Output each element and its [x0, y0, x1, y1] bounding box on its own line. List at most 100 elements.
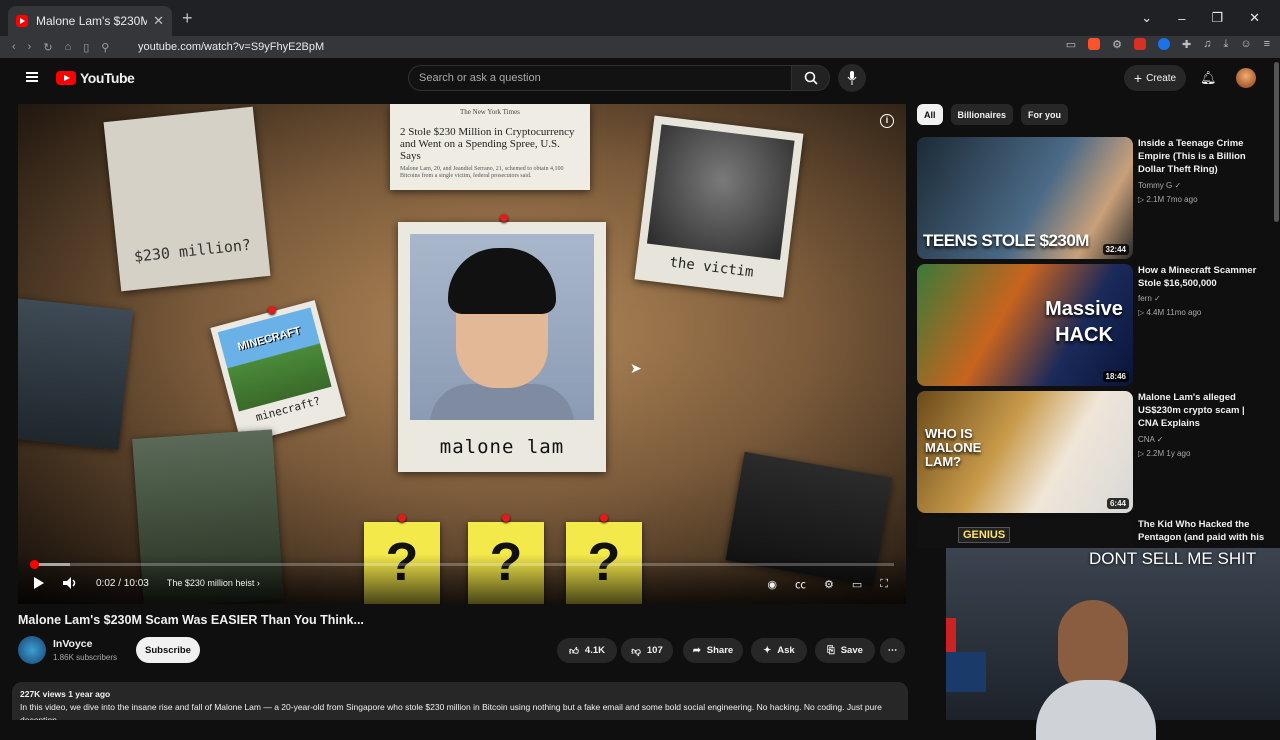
notifications-bell-icon[interactable]: 🔔︎ — [1200, 70, 1217, 86]
dislike-count: 107 — [646, 645, 663, 656]
rec-meta-2: ▷ 4.4M 11mo ago — [1138, 308, 1202, 317]
victim-photo: the victim — [634, 115, 804, 298]
puzzle-icon[interactable]: ✚ — [1182, 38, 1191, 51]
rec-channel-3[interactable]: CNA ✓ — [1138, 435, 1163, 444]
share-button[interactable]: ➦ Share — [683, 638, 743, 663]
progress-bar[interactable] — [29, 560, 894, 569]
thumbnail-2[interactable]: Massive HACK 18:46 — [917, 264, 1133, 386]
extension-icon[interactable]: ⚙ — [1112, 38, 1122, 51]
video-title: Malone Lam's $230M Scam Was EASIER Than … — [18, 613, 364, 627]
crumpled-note: $230 million? — [103, 106, 271, 292]
video-player[interactable]: The New York Times 2 Stole $230 Million … — [18, 104, 906, 604]
scrollbar[interactable] — [1274, 62, 1279, 222]
close-window-icon[interactable]: ✕ — [1249, 10, 1260, 26]
home-icon[interactable]: ⌂ — [65, 41, 72, 54]
theater-mode-icon[interactable]: ▭ — [852, 578, 862, 591]
info-icon[interactable]: i — [880, 114, 894, 128]
menu-icon[interactable]: ≡ — [1264, 38, 1270, 51]
extensions-bar: ▭ ⚙ ✚ ♫ ⤓ ☺ ≡ — [1066, 38, 1270, 51]
youtube-logo[interactable]: YouTube — [56, 70, 135, 86]
new-tab-icon[interactable]: + — [182, 8, 193, 29]
maximize-icon[interactable]: ❐ — [1211, 10, 1223, 26]
dislike-button[interactable]: 👎︎ 107 — [621, 638, 673, 663]
tab-title: Malone Lam's $230M Scam Was — [36, 14, 148, 28]
rec-channel-2[interactable]: fern ✓ — [1138, 294, 1161, 303]
thumbnail-3-text: WHO IS MALONE LAM? — [925, 426, 982, 469]
search-input[interactable]: Search or ask a question — [408, 65, 792, 91]
channel-name[interactable]: InVoyce — [53, 638, 93, 650]
recommended-video-2[interactable]: Massive HACK 18:46 How a Minecraft Scamm… — [917, 264, 1277, 386]
rec-meta-1: ▷ 2.1M 7mo ago — [1138, 195, 1198, 204]
more-actions-button[interactable]: ⋯ — [880, 638, 905, 663]
captions-icon[interactable]: ㏄ — [795, 576, 806, 592]
tab-search-icon[interactable]: ⌄ — [1141, 10, 1152, 26]
thumbs-down-icon: 👎︎ — [631, 645, 641, 657]
settings-gear-icon[interactable]: ⚙ — [824, 578, 834, 591]
save-label: Save — [840, 645, 863, 656]
rec-channel-1[interactable]: Tommy G ✓ — [1138, 181, 1181, 190]
duration-badge: 32:44 — [1102, 244, 1129, 255]
board-label-malone-lam: malone lam — [439, 436, 565, 458]
volume-icon[interactable] — [62, 576, 78, 590]
thumbnail-1[interactable]: TEENS STOLE $230M 32:44 — [917, 137, 1133, 259]
minimize-icon[interactable]: – — [1178, 11, 1185, 26]
channel-avatar[interactable] — [18, 636, 46, 664]
create-button[interactable]: + Create — [1124, 65, 1186, 91]
save-button[interactable]: ⎘ Save — [815, 638, 875, 663]
subscriber-count: 1.86K subscribers — [53, 653, 118, 662]
autoplay-toggle-icon[interactable]: ◉ — [767, 578, 777, 591]
extension-red-icon[interactable] — [1134, 38, 1146, 50]
city-photo — [18, 298, 133, 450]
recommended-video-1[interactable]: TEENS STOLE $230M 32:44 Inside a Teenage… — [917, 137, 1277, 259]
share-icon: ➦ — [692, 645, 701, 656]
account-avatar[interactable] — [1236, 68, 1256, 88]
like-button[interactable]: 👍︎ 4.1K — [557, 638, 617, 663]
rec-title-4[interactable]: The Kid Who Hacked the Pentagon (and pai… — [1138, 518, 1266, 544]
browser-tab[interactable]: Malone Lam's $230M Scam Was ✕ — [8, 6, 172, 36]
news-clipping: The New York Times 2 Stole $230 Million … — [390, 104, 590, 190]
rec-meta-3: ▷ 2.2M 1y ago — [1138, 449, 1191, 458]
subscribe-button[interactable]: Subscribe — [136, 637, 200, 663]
verified-icon: ✓ — [1154, 294, 1161, 303]
rec-title-1[interactable]: Inside a Teenage Crime Empire (This is a… — [1138, 137, 1266, 176]
chip-billionaires[interactable]: Billionaires — [950, 104, 1014, 125]
back-icon[interactable]: ‹ — [12, 41, 16, 54]
fullscreen-icon[interactable]: ⛶ — [880, 578, 888, 591]
verified-icon: ✓ — [1174, 181, 1182, 190]
news-subtext: Malone Lam, 20, and Jeandiel Serrano, 21… — [400, 166, 564, 179]
description-box[interactable]: 227K views 1 year ago In this video, we … — [12, 682, 908, 720]
thumbnail-3[interactable]: WHO IS MALONE LAM? 6:44 — [917, 391, 1133, 513]
tab-close-icon[interactable]: ✕ — [153, 13, 164, 29]
music-icon[interactable]: ♫ — [1203, 38, 1211, 51]
search-button[interactable] — [792, 65, 830, 91]
chip-for-you[interactable]: For you — [1021, 104, 1069, 125]
buffer-bar — [34, 563, 70, 566]
recommended-video-3[interactable]: WHO IS MALONE LAM? 6:44 Malone Lam's all… — [917, 391, 1277, 513]
thumbs-up-icon: 👍︎ — [568, 645, 579, 657]
chapter-button[interactable]: The $230 million heist › — [167, 578, 260, 588]
thumbnail-4[interactable] — [917, 518, 1133, 548]
reload-icon[interactable]: ↻ — [43, 41, 52, 54]
rec-title-3[interactable]: Malone Lam's alleged US$230m crypto scam… — [1138, 391, 1266, 430]
ask-button[interactable]: ✦ Ask — [751, 638, 807, 663]
forward-icon[interactable]: › — [28, 41, 32, 54]
view-count-date: 227K views 1 year ago — [20, 689, 111, 699]
download-icon[interactable]: ⤓ — [1223, 38, 1228, 51]
hamburger-menu-icon[interactable] — [26, 72, 38, 82]
site-info-icon[interactable]: ⚲ — [101, 41, 109, 54]
rec-channel-1-name: Tommy G — [1138, 181, 1173, 190]
brave-shield-icon[interactable] — [1088, 38, 1101, 50]
bookmark-icon[interactable]: ▯ — [83, 41, 89, 54]
chip-all[interactable]: All — [917, 104, 943, 125]
voice-search-button[interactable] — [838, 64, 866, 92]
create-label: Create — [1146, 72, 1177, 84]
rec-title-2[interactable]: How a Minecraft Scammer Stole $16,500,00… — [1138, 264, 1266, 290]
scrubber-handle[interactable] — [29, 560, 39, 569]
cast-icon[interactable]: ▭ — [1066, 38, 1076, 51]
extension-blue-icon[interactable] — [1158, 38, 1170, 50]
window-controls: ⌄ – ❐ ✕ — [1141, 0, 1280, 36]
url-field[interactable]: youtube.com/watch?v=S9yFhyE2BpM — [138, 41, 324, 53]
play-icon[interactable] — [34, 577, 44, 589]
player-controls: 0:02 / 10:03 The $230 million heist › ◉ … — [18, 554, 906, 604]
profile-icon[interactable]: ☺ — [1240, 38, 1251, 51]
